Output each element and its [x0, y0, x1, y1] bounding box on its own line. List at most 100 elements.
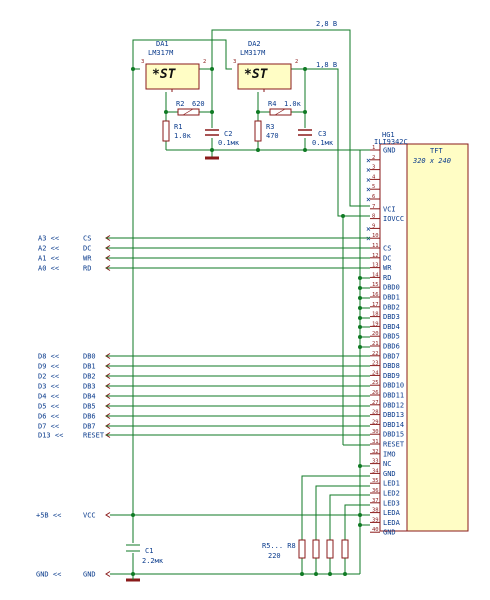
display-pin-name: DBD8 — [383, 362, 400, 370]
input-net-label: DB3 — [83, 383, 96, 391]
input-net-label: DC — [83, 245, 91, 253]
display-pin-number: 40 — [372, 527, 379, 533]
input-net-label: DB5 — [83, 403, 96, 411]
display-pin-name: DBD11 — [383, 392, 404, 400]
display-pin-name: DBD10 — [383, 382, 404, 390]
input-net-label: DB6 — [83, 413, 96, 421]
r1-value: 1.0к — [174, 132, 192, 140]
display-pin-number: 25 — [372, 380, 379, 386]
display-pin-name: DBD13 — [383, 411, 404, 419]
input-port-label: D4 << — [38, 393, 59, 401]
display-pin-number: 10 — [372, 233, 379, 239]
rpack-resistor-6 — [312, 539, 320, 559]
display-pin-name: DBD5 — [383, 333, 400, 341]
display-pin-number: 6 — [372, 194, 375, 200]
power-arrow — [105, 571, 111, 577]
display-pin-number: 16 — [372, 292, 379, 298]
display-pin-number: 33 — [372, 459, 379, 465]
display-pin-name: DBD6 — [383, 343, 400, 351]
display-pin-number: 14 — [372, 272, 379, 278]
display-pin-number: 27 — [372, 400, 379, 406]
display-pin-number: 11 — [372, 243, 379, 249]
display-pin-name: LED2 — [383, 490, 400, 498]
display-pin-number: 32 — [372, 449, 379, 455]
display-pin-number: 30 — [372, 429, 379, 435]
input-port-label: D5 << — [38, 403, 59, 411]
dynamic-layer: 2,8 В1,8 ВDA1LM317M*ST3 2DA2LM317M*ST3 2R2… — [36, 20, 469, 579]
no-connect-mark: × — [366, 185, 371, 194]
ground-symbol — [126, 156, 219, 582]
input-net-label: DB1 — [83, 363, 96, 371]
power-net-label: GND — [83, 571, 96, 579]
display-pin-number: 34 — [372, 468, 379, 474]
display-type: TFT — [430, 147, 443, 155]
display-pin-name: DBD12 — [383, 401, 404, 409]
power-net-label: VCC — [83, 512, 96, 520]
display-pin-number: 37 — [372, 498, 379, 504]
r2-label: R2 — [176, 100, 184, 108]
rpack-resistor-8 — [341, 539, 349, 559]
input-net-label: DB2 — [83, 373, 96, 381]
display-pin-number: 13 — [372, 263, 379, 269]
display-pin-name: CS — [383, 245, 391, 253]
display-pin-number: 17 — [372, 302, 379, 308]
display-pin-name: WR — [383, 264, 392, 272]
display-pin-number: 12 — [372, 253, 379, 259]
wire-2v8 — [211, 29, 370, 207]
display-pin-name: NC — [383, 460, 391, 468]
rpack-label: R5... R8 — [262, 542, 296, 550]
input-net-label: DB4 — [83, 393, 96, 401]
power-port-label: GND << — [36, 571, 61, 579]
da2-pin-out: 2 — [295, 59, 298, 65]
display-pin-name: RESET — [383, 441, 405, 449]
c1-value: 2.2мк — [142, 557, 164, 565]
display-pin-number: 15 — [372, 282, 379, 288]
c3-value: 0.1мк — [312, 139, 334, 147]
display-pin-name: DBD0 — [383, 284, 400, 292]
display-pin-name: DBD15 — [383, 431, 404, 439]
display-chip: ILI9342C — [374, 138, 408, 146]
input-port-label: D13 << — [38, 432, 63, 440]
display-pin-name: LED3 — [383, 499, 400, 507]
display-pin-number: 2 — [372, 155, 375, 161]
display-pin-name: GND — [383, 529, 396, 537]
display-body — [406, 143, 469, 532]
input-net-label: CS — [83, 235, 91, 243]
display-pin-number: 39 — [372, 517, 379, 523]
input-net-label: RESET — [83, 432, 105, 440]
display-pin-name: VCI — [383, 205, 396, 213]
input-port-label: D7 << — [38, 423, 59, 431]
input-port-label: A1 << — [38, 255, 59, 263]
display-pin-name: DC — [383, 254, 391, 262]
display-pin-number: 18 — [372, 312, 379, 318]
r4-value: 1.0к — [284, 100, 302, 108]
display-pin-number: 9 — [372, 223, 375, 229]
display-pin-name: DBD3 — [383, 313, 400, 321]
da2-logo: *ST — [244, 67, 269, 82]
no-connect-mark: × — [366, 166, 371, 175]
display-pin-number: 19 — [372, 321, 379, 327]
da2-pin-in: 3 — [233, 59, 236, 65]
display-pin-number: 36 — [372, 488, 379, 494]
c3-label: C3 — [318, 130, 326, 138]
wires — [110, 29, 370, 575]
input-port-label: D9 << — [38, 363, 59, 371]
display-pin-name: LED1 — [383, 480, 400, 488]
r4-label: R4 — [268, 100, 276, 108]
input-net-label: DB0 — [83, 353, 96, 361]
r2-value: 620 — [192, 100, 205, 108]
display-pin-number: 20 — [372, 331, 379, 337]
display-pin-name: DBD2 — [383, 303, 400, 311]
display-pin-name: IOVCC — [383, 215, 404, 223]
power-arrow — [105, 512, 111, 518]
display-pin-name: LEDA — [383, 509, 401, 517]
voltage-label-1v8: 1,8 В — [316, 61, 337, 69]
display-pin-number: 28 — [372, 410, 379, 416]
display-pin-number: 1 — [372, 145, 375, 151]
display-pin-number: 24 — [372, 370, 379, 376]
input-port-label: D6 << — [38, 413, 59, 421]
rpack-resistor-7 — [326, 539, 334, 559]
display-pin-number: 22 — [372, 351, 379, 357]
c2-label: C2 — [224, 130, 232, 138]
da2-value: LM317M — [240, 49, 265, 57]
